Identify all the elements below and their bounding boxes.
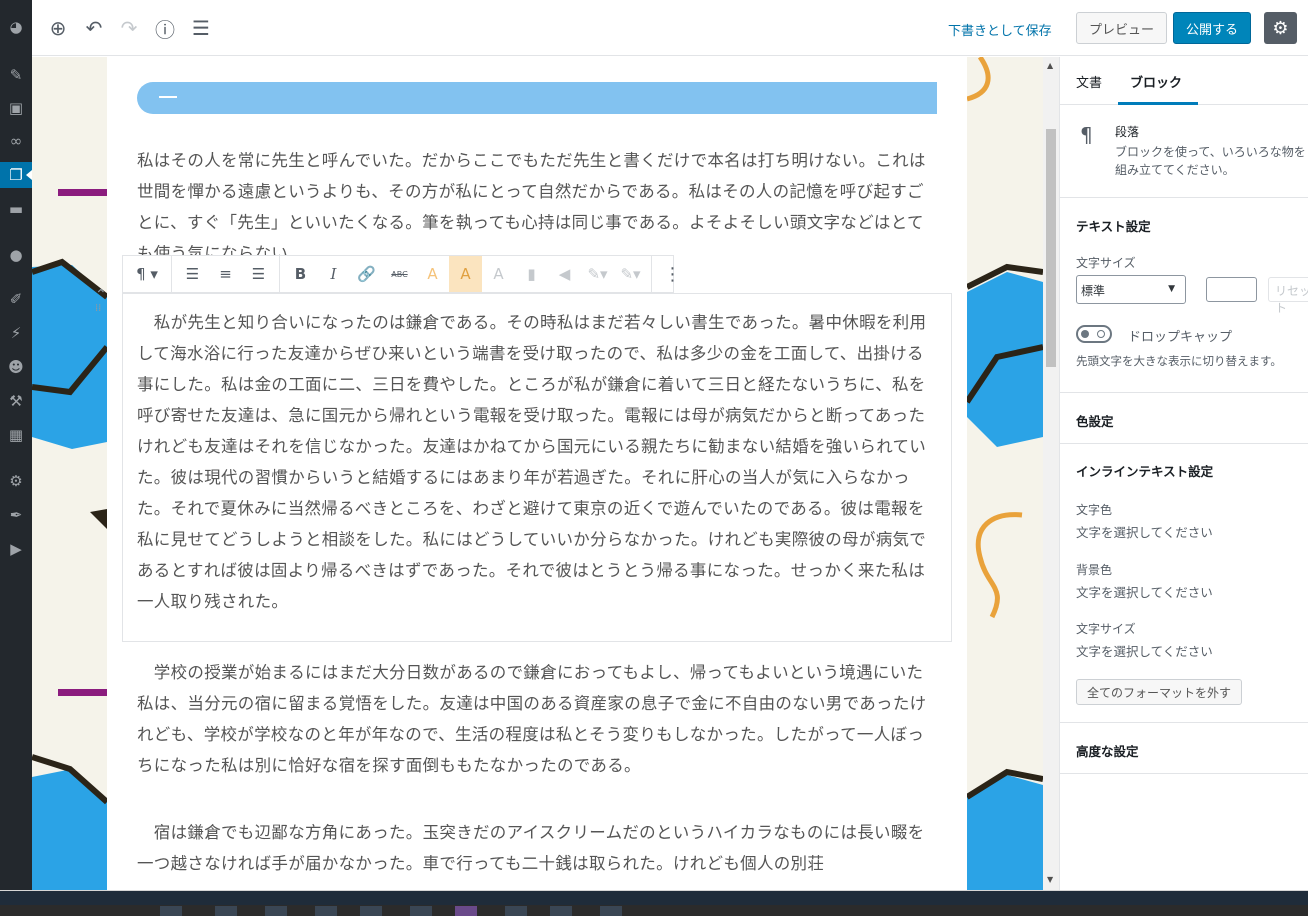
block-info: ¶ 段落 ブロックを使って、いろいろな物を組み立ててください。 bbox=[1060, 105, 1308, 198]
inline-font-size-help: 文字を選択してください bbox=[1076, 644, 1213, 659]
taskbar-app-icon[interactable] bbox=[160, 906, 182, 916]
undo-icon[interactable]: ↶ bbox=[80, 14, 108, 42]
pin-icon[interactable]: ✎ bbox=[0, 62, 32, 88]
sidebar-tabs: 文書 ブロック bbox=[1060, 57, 1308, 105]
font-size-icon[interactable]: A bbox=[482, 256, 515, 292]
megaphone-icon[interactable]: ◀ bbox=[548, 256, 581, 292]
bg-color-help: 文字を選択してください bbox=[1076, 585, 1213, 600]
text-color-icon[interactable]: A bbox=[416, 256, 449, 292]
advanced-title[interactable]: 高度な設定 bbox=[1076, 741, 1139, 760]
info-icon[interactable]: ⓘ bbox=[151, 14, 179, 42]
taskbar-app-icon[interactable] bbox=[215, 906, 237, 916]
scroll-down-arrow-icon[interactable]: ▼ bbox=[1047, 875, 1053, 884]
highlight-icon[interactable]: A bbox=[449, 256, 482, 292]
paragraph-icon: ¶ bbox=[1080, 123, 1093, 147]
align-right-icon[interactable]: ☰ bbox=[242, 256, 275, 292]
align-left-icon[interactable]: ☰ bbox=[176, 256, 209, 292]
block-toolbar: ¶ ▾ ☰ ≡ ☰ B I 🔗 ABC A A A ▮ ◀ ✎▾ ✎▾ ⋮ bbox=[122, 255, 682, 293]
taskbar-app-icon[interactable] bbox=[360, 906, 382, 916]
preview-button[interactable]: プレビュー bbox=[1076, 12, 1167, 44]
marker-icon[interactable]: ✎▾ bbox=[581, 256, 614, 292]
content-column: 私はその人を常に先生と呼んでいた。だからここでもただ先生と書くだけで本名は打ち明… bbox=[95, 57, 967, 890]
taskbar-app-icon[interactable] bbox=[410, 906, 432, 916]
settings-grid-icon[interactable]: ▦ bbox=[0, 422, 32, 448]
users-icon[interactable]: ☻ bbox=[0, 354, 32, 380]
marker-alt-icon[interactable]: ✎▾ bbox=[614, 256, 647, 292]
align-center-icon[interactable]: ≡ bbox=[209, 256, 242, 292]
advanced-panel: 高度な設定 bbox=[1060, 723, 1308, 774]
paragraph-block[interactable]: 宿は鎌倉でも辺鄙な方角にあった。玉突きだのアイスクリームだのというハイカラなもの… bbox=[137, 817, 937, 879]
redo-icon[interactable]: ↷ bbox=[115, 14, 143, 42]
taskbar-app-icon[interactable] bbox=[600, 906, 622, 916]
text-color-help: 文字を選択してください bbox=[1076, 525, 1213, 540]
pages-icon[interactable]: ❐ bbox=[0, 162, 32, 188]
move-up-icon[interactable]: ⌃ bbox=[95, 287, 107, 303]
drag-handle-icon[interactable]: ⁞⁞ bbox=[95, 303, 107, 314]
separator-heading-block[interactable] bbox=[137, 82, 937, 114]
comments-icon[interactable]: ▬ bbox=[0, 196, 32, 222]
comment-icon[interactable]: ▮ bbox=[515, 256, 548, 292]
add-block-icon[interactable]: ⊕ bbox=[44, 14, 72, 42]
inline-settings-title[interactable]: インラインテキスト設定 bbox=[1076, 461, 1213, 480]
font-size-select[interactable]: 標準 ▼ bbox=[1076, 275, 1186, 304]
strikethrough-button[interactable]: ABC bbox=[383, 256, 416, 292]
block-name: 段落 bbox=[1115, 125, 1140, 139]
plugins-icon[interactable]: ⚡ bbox=[0, 320, 32, 346]
taskbar-app-icon[interactable] bbox=[455, 906, 477, 916]
font-size-value: 標準 bbox=[1081, 284, 1106, 298]
outline-icon[interactable]: ☰ bbox=[187, 14, 215, 42]
bg-color-label: 背景色 bbox=[1076, 563, 1113, 577]
drop-cap-toggle[interactable] bbox=[1076, 325, 1112, 343]
drop-cap-label: ドロップキャップ bbox=[1128, 330, 1233, 345]
text-color-label: 文字色 bbox=[1076, 503, 1113, 517]
inline-font-size-label: 文字サイズ bbox=[1076, 622, 1136, 636]
scroll-thumb[interactable] bbox=[1046, 129, 1056, 367]
media-icon[interactable]: ▣ bbox=[0, 95, 32, 121]
taskbar-app-icon[interactable] bbox=[315, 906, 337, 916]
gear-icon[interactable]: ⚙ bbox=[0, 468, 32, 494]
appearance-icon[interactable]: ● bbox=[0, 242, 32, 268]
editor-canvas: 私はその人を常に先生と呼んでいた。だからここでもただ先生と書くだけで本名は打ち明… bbox=[32, 57, 1043, 890]
settings-gear-icon[interactable]: ⚙ bbox=[1264, 12, 1297, 44]
tab-block[interactable]: ブロック bbox=[1130, 72, 1182, 91]
block-mover[interactable]: ⌃ ⁞⁞ bbox=[95, 287, 107, 314]
editor-toolbar: ⊕ ↶ ↷ ⓘ ☰ 下書きとして保存 プレビュー 公開する ⚙ bbox=[32, 0, 1308, 56]
block-description: ブロックを使って、いろいろな物を組み立ててください。 bbox=[1115, 145, 1306, 177]
tools-icon[interactable]: ⚒ bbox=[0, 388, 32, 414]
paragraph-block[interactable]: 私はその人を常に先生と呼んでいた。だからここでもただ先生と書くだけで本名は打ち明… bbox=[137, 145, 937, 255]
os-taskbar bbox=[0, 890, 1308, 916]
brush-icon[interactable]: ✐ bbox=[0, 286, 32, 312]
tab-document[interactable]: 文書 bbox=[1076, 72, 1102, 91]
drop-cap-help: 先頭文字を大きな表示に切り替えます。 bbox=[1076, 354, 1282, 368]
color-settings-title[interactable]: 色設定 bbox=[1076, 411, 1114, 430]
text-settings-title[interactable]: テキスト設定 bbox=[1076, 216, 1151, 235]
dashboard-icon[interactable]: ◕ bbox=[0, 14, 32, 40]
admin-menu: ◕ ✎ ▣ ∞ ❐ ▬ ● ✐ ⚡ ☻ ⚒ ▦ ⚙ ✒ ▶ bbox=[0, 0, 32, 890]
font-size-label: 文字サイズ bbox=[1076, 256, 1136, 270]
link-icon[interactable]: ∞ bbox=[0, 128, 32, 154]
paragraph-block-selected-text[interactable]: 私が先生と知り合いになったのは鎌倉である。その時私はまだ若々しい書生であった。暑… bbox=[137, 307, 937, 617]
chevron-down-icon: ▼ bbox=[1168, 284, 1175, 294]
save-draft-link[interactable]: 下書きとして保存 bbox=[948, 20, 1052, 39]
more-options-icon[interactable]: ⋮ bbox=[656, 256, 689, 292]
editor-scrollbar[interactable]: ▲ ▼ bbox=[1043, 57, 1059, 890]
play-icon[interactable]: ▶ bbox=[0, 536, 32, 562]
taskbar-app-icon[interactable] bbox=[265, 906, 287, 916]
italic-button[interactable]: I bbox=[317, 256, 350, 292]
settings-sidebar: 文書 ブロック ¶ 段落 ブロックを使って、いろいろな物を組み立ててください。 … bbox=[1059, 57, 1308, 890]
pen-icon[interactable]: ✒ bbox=[0, 502, 32, 528]
color-settings-panel: 色設定 bbox=[1060, 393, 1308, 444]
publish-button[interactable]: 公開する bbox=[1173, 12, 1251, 44]
custom-font-size-input[interactable] bbox=[1206, 277, 1257, 302]
paragraph-type-icon[interactable]: ¶ ▾ bbox=[127, 256, 167, 292]
taskbar-app-icon[interactable] bbox=[550, 906, 572, 916]
paragraph-block[interactable]: 学校の授業が始まるにはまだ大分日数があるので鎌倉におってもよし、帰ってもよいとい… bbox=[137, 657, 937, 781]
reset-button[interactable]: リセット bbox=[1268, 277, 1308, 315]
taskbar-app-icon[interactable] bbox=[505, 906, 527, 916]
scroll-up-arrow-icon[interactable]: ▲ bbox=[1047, 61, 1053, 70]
link-icon[interactable]: 🔗 bbox=[350, 256, 383, 292]
bold-button[interactable]: B bbox=[284, 256, 317, 292]
clear-formatting-button[interactable]: 全てのフォーマットを外す bbox=[1076, 679, 1242, 705]
